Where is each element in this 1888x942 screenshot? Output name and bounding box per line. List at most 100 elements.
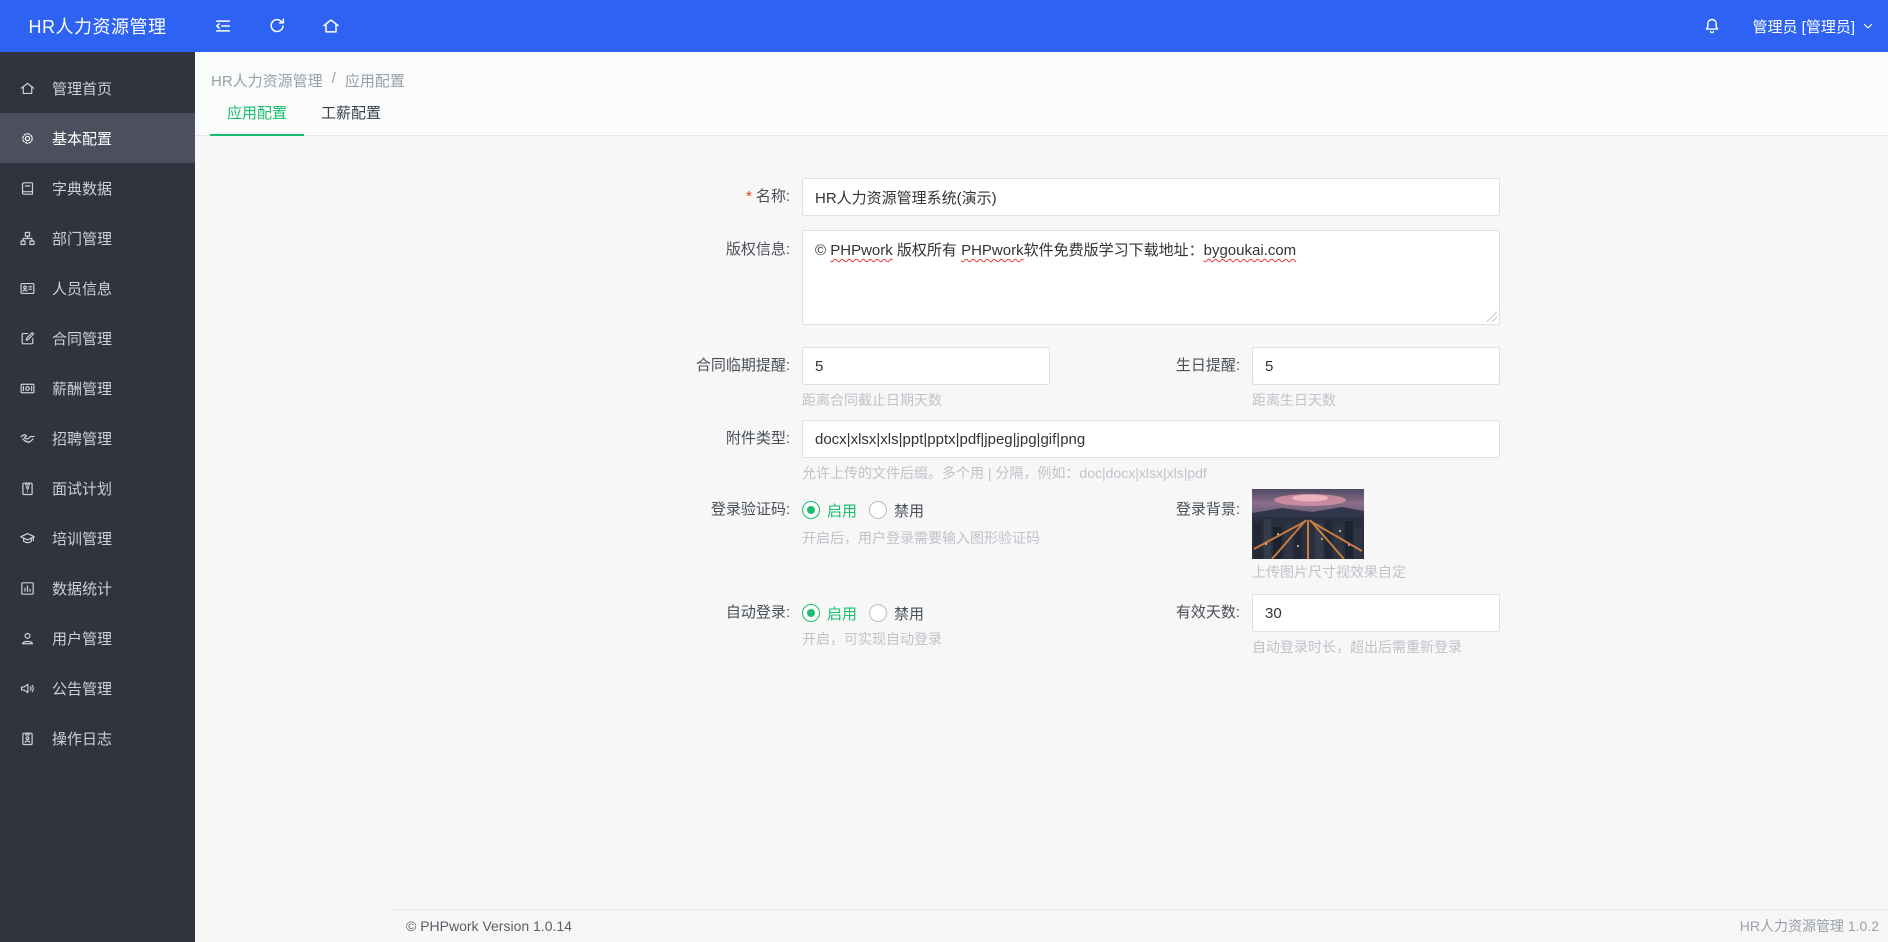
form-row-reminders: 合同临期提醒: 距离合同截止日期天数 生日提醒: 距离生日天数 bbox=[195, 347, 1888, 409]
form-row-attachment: 附件类型: 允许上传的文件后缀。多个用 | 分隔，例如：doc|docx|xls… bbox=[195, 420, 1888, 482]
bar-chart-icon bbox=[21, 581, 34, 595]
sidebar: 管理首页 基本配置 字典数据 部门管理 人员信息 合同管理 薪酬管理 招聘管理 … bbox=[0, 52, 195, 942]
login-background-hint: 上传图片尺寸视效果自定 bbox=[1252, 564, 1406, 580]
birthday-reminder-hint: 距离生日天数 bbox=[1252, 392, 1336, 408]
sidebar-item-label: 公告管理 bbox=[52, 680, 113, 698]
tab-app-config[interactable]: 应用配置 bbox=[210, 102, 305, 136]
topbar: HR人力资源管理 管理员 [管理员] bbox=[0, 0, 1888, 52]
page-footer: © PHPwork Version 1.0.14 HR人力资源管理 1.0.2 bbox=[390, 909, 1888, 942]
user-icon bbox=[21, 632, 34, 644]
brand-title: HR人力资源管理 bbox=[28, 17, 167, 37]
sidebar-item-label: 数据统计 bbox=[52, 580, 113, 598]
auto-login-hint: 开启，可实现自动登录 bbox=[802, 631, 942, 647]
sidebar-item-label: 部门管理 bbox=[52, 230, 113, 248]
valid-days-hint: 自动登录时长，超出后需重新登录 bbox=[1252, 639, 1462, 655]
sidebar-item-label: 字典数据 bbox=[52, 180, 113, 198]
gear-icon bbox=[22, 132, 33, 144]
auto-login-radio-group: 启用 禁用 bbox=[802, 602, 1050, 624]
contract-pen-icon bbox=[21, 331, 35, 344]
footer-version: © PHPwork Version 1.0.14 bbox=[406, 918, 572, 934]
interview-clipboard-icon bbox=[22, 482, 33, 495]
radio-label: 启用 bbox=[827, 502, 858, 520]
sidebar-item-departments[interactable]: 部门管理 bbox=[0, 213, 195, 263]
user-name: 管理员 [管理员] bbox=[1752, 18, 1855, 36]
copyright-text-segment: PHPwork bbox=[830, 242, 893, 259]
auto-login-disable-radio[interactable]: 禁用 bbox=[869, 603, 924, 624]
menu-fold-icon[interactable] bbox=[213, 16, 233, 36]
tab-salary-config[interactable]: 工薪配置 bbox=[304, 102, 398, 136]
radio-circle bbox=[869, 501, 888, 519]
sidebar-item-label: 薪酬管理 bbox=[52, 380, 113, 398]
sidebar-item-interview-plan[interactable]: 面试计划 bbox=[0, 463, 195, 513]
sidebar-item-announcements[interactable]: 公告管理 bbox=[0, 663, 195, 713]
textarea-resize-handle[interactable] bbox=[1486, 311, 1497, 322]
id-card-icon bbox=[20, 282, 35, 294]
form-row-captcha-background: 登录验证码: 启用 禁用 开启后，用户登录需要输入图形验证码 登录背景: 上传图… bbox=[195, 489, 1888, 581]
sidebar-item-users[interactable]: 用户管理 bbox=[0, 613, 195, 663]
salary-cash-icon bbox=[20, 383, 35, 393]
login-background-label: 登录背景: bbox=[1175, 501, 1240, 518]
sidebar-item-label: 招聘管理 bbox=[52, 430, 113, 448]
breadcrumb-root[interactable]: HR人力资源管理 bbox=[211, 70, 323, 91]
name-label: * 名称: bbox=[745, 188, 790, 205]
sidebar-item-contracts[interactable]: 合同管理 bbox=[0, 313, 195, 363]
sidebar-item-label: 面试计划 bbox=[52, 480, 113, 498]
sidebar-item-operation-logs[interactable]: 操作日志 bbox=[0, 713, 195, 763]
copyright-text-segment: bygoukai.com bbox=[1203, 242, 1297, 259]
sidebar-item-dashboard[interactable]: 管理首页 bbox=[0, 63, 195, 113]
name-input[interactable] bbox=[802, 178, 1500, 216]
radio-circle bbox=[802, 604, 820, 622]
speaker-icon bbox=[20, 683, 34, 693]
attachment-type-hint: 允许上传的文件后缀。多个用 | 分隔，例如：doc|docx|xlsx|xls|… bbox=[802, 465, 1207, 481]
birthday-reminder-label: 生日提醒: bbox=[1175, 357, 1240, 374]
sidebar-item-statistics[interactable]: 数据统计 bbox=[0, 563, 195, 613]
valid-days-label: 有效天数: bbox=[1175, 604, 1240, 621]
login-captcha-label: 登录验证码: bbox=[710, 501, 790, 518]
login-background-image[interactable] bbox=[1252, 489, 1364, 559]
copyright-textarea[interactable]: © PHPwork 版权所有 PHPwork软件免费版学习下载地址：bygouk… bbox=[802, 230, 1500, 325]
copyright-label: 版权信息: bbox=[725, 241, 790, 258]
radio-label: 禁用 bbox=[894, 502, 925, 520]
notification-bell-icon[interactable] bbox=[1702, 16, 1722, 36]
auto-login-label: 自动登录: bbox=[725, 604, 790, 621]
copyright-text-segment: © bbox=[815, 242, 831, 259]
home-icon[interactable] bbox=[321, 16, 341, 36]
refresh-icon[interactable] bbox=[267, 16, 287, 36]
sidebar-item-training[interactable]: 培训管理 bbox=[0, 513, 195, 563]
attachment-type-label: 附件类型: bbox=[725, 430, 790, 447]
required-asterisk: * bbox=[745, 188, 752, 205]
log-clipboard-icon bbox=[22, 732, 33, 745]
sidebar-item-label: 合同管理 bbox=[52, 330, 113, 348]
sidebar-item-dictionary[interactable]: 字典数据 bbox=[0, 163, 195, 213]
radio-label: 禁用 bbox=[894, 605, 925, 623]
form-row-autologin-days: 自动登录: 启用 禁用 开启，可实现自动登录 有效天数: 30 自动登录时长，超… bbox=[195, 594, 1888, 656]
auto-login-enable-radio[interactable]: 启用 bbox=[802, 603, 857, 624]
sidebar-item-label: 管理首页 bbox=[52, 80, 113, 98]
contract-reminder-label: 合同临期提醒: bbox=[695, 357, 790, 374]
content-panel: *名称: 版权信息: © PHPwork 版权所有 PHPwork软件免费版学习… bbox=[195, 137, 1888, 909]
valid-days-input[interactable] bbox=[1252, 594, 1500, 632]
copyright-text-segment: PHPwork bbox=[961, 242, 1024, 259]
birthday-reminder-input[interactable] bbox=[1252, 347, 1500, 385]
sidebar-item-label: 人员信息 bbox=[52, 280, 113, 298]
sidebar-item-basic-config[interactable]: 基本配置 bbox=[0, 113, 195, 163]
sidebar-item-label: 用户管理 bbox=[52, 630, 113, 648]
user-menu[interactable]: 管理员 [管理员] bbox=[1752, 16, 1874, 37]
topbar-actions bbox=[195, 16, 341, 36]
sitemap-icon bbox=[20, 231, 35, 245]
attachment-type-input[interactable] bbox=[802, 420, 1500, 458]
captcha-disable-radio[interactable]: 禁用 bbox=[869, 500, 924, 521]
handshake-icon bbox=[20, 433, 35, 443]
chevron-down-icon bbox=[1863, 23, 1873, 29]
tab-bar: 应用配置 工薪配置 bbox=[210, 102, 398, 136]
topbar-right: 管理员 [管理员] bbox=[1702, 16, 1888, 37]
sidebar-item-label: 操作日志 bbox=[52, 730, 113, 748]
breadcrumb: HR人力资源管理 / 应用配置 bbox=[211, 70, 405, 91]
contract-reminder-input[interactable] bbox=[802, 347, 1050, 385]
main-area: HR人力资源管理 / 应用配置 应用配置 工薪配置 *名称: 版权信息: bbox=[195, 52, 1888, 942]
captcha-enable-radio[interactable]: 启用 bbox=[802, 500, 857, 521]
breadcrumb-current: 应用配置 bbox=[344, 73, 405, 90]
sidebar-item-salary[interactable]: 薪酬管理 bbox=[0, 363, 195, 413]
sidebar-item-recruitment[interactable]: 招聘管理 bbox=[0, 413, 195, 463]
sidebar-item-personnel[interactable]: 人员信息 bbox=[0, 263, 195, 313]
